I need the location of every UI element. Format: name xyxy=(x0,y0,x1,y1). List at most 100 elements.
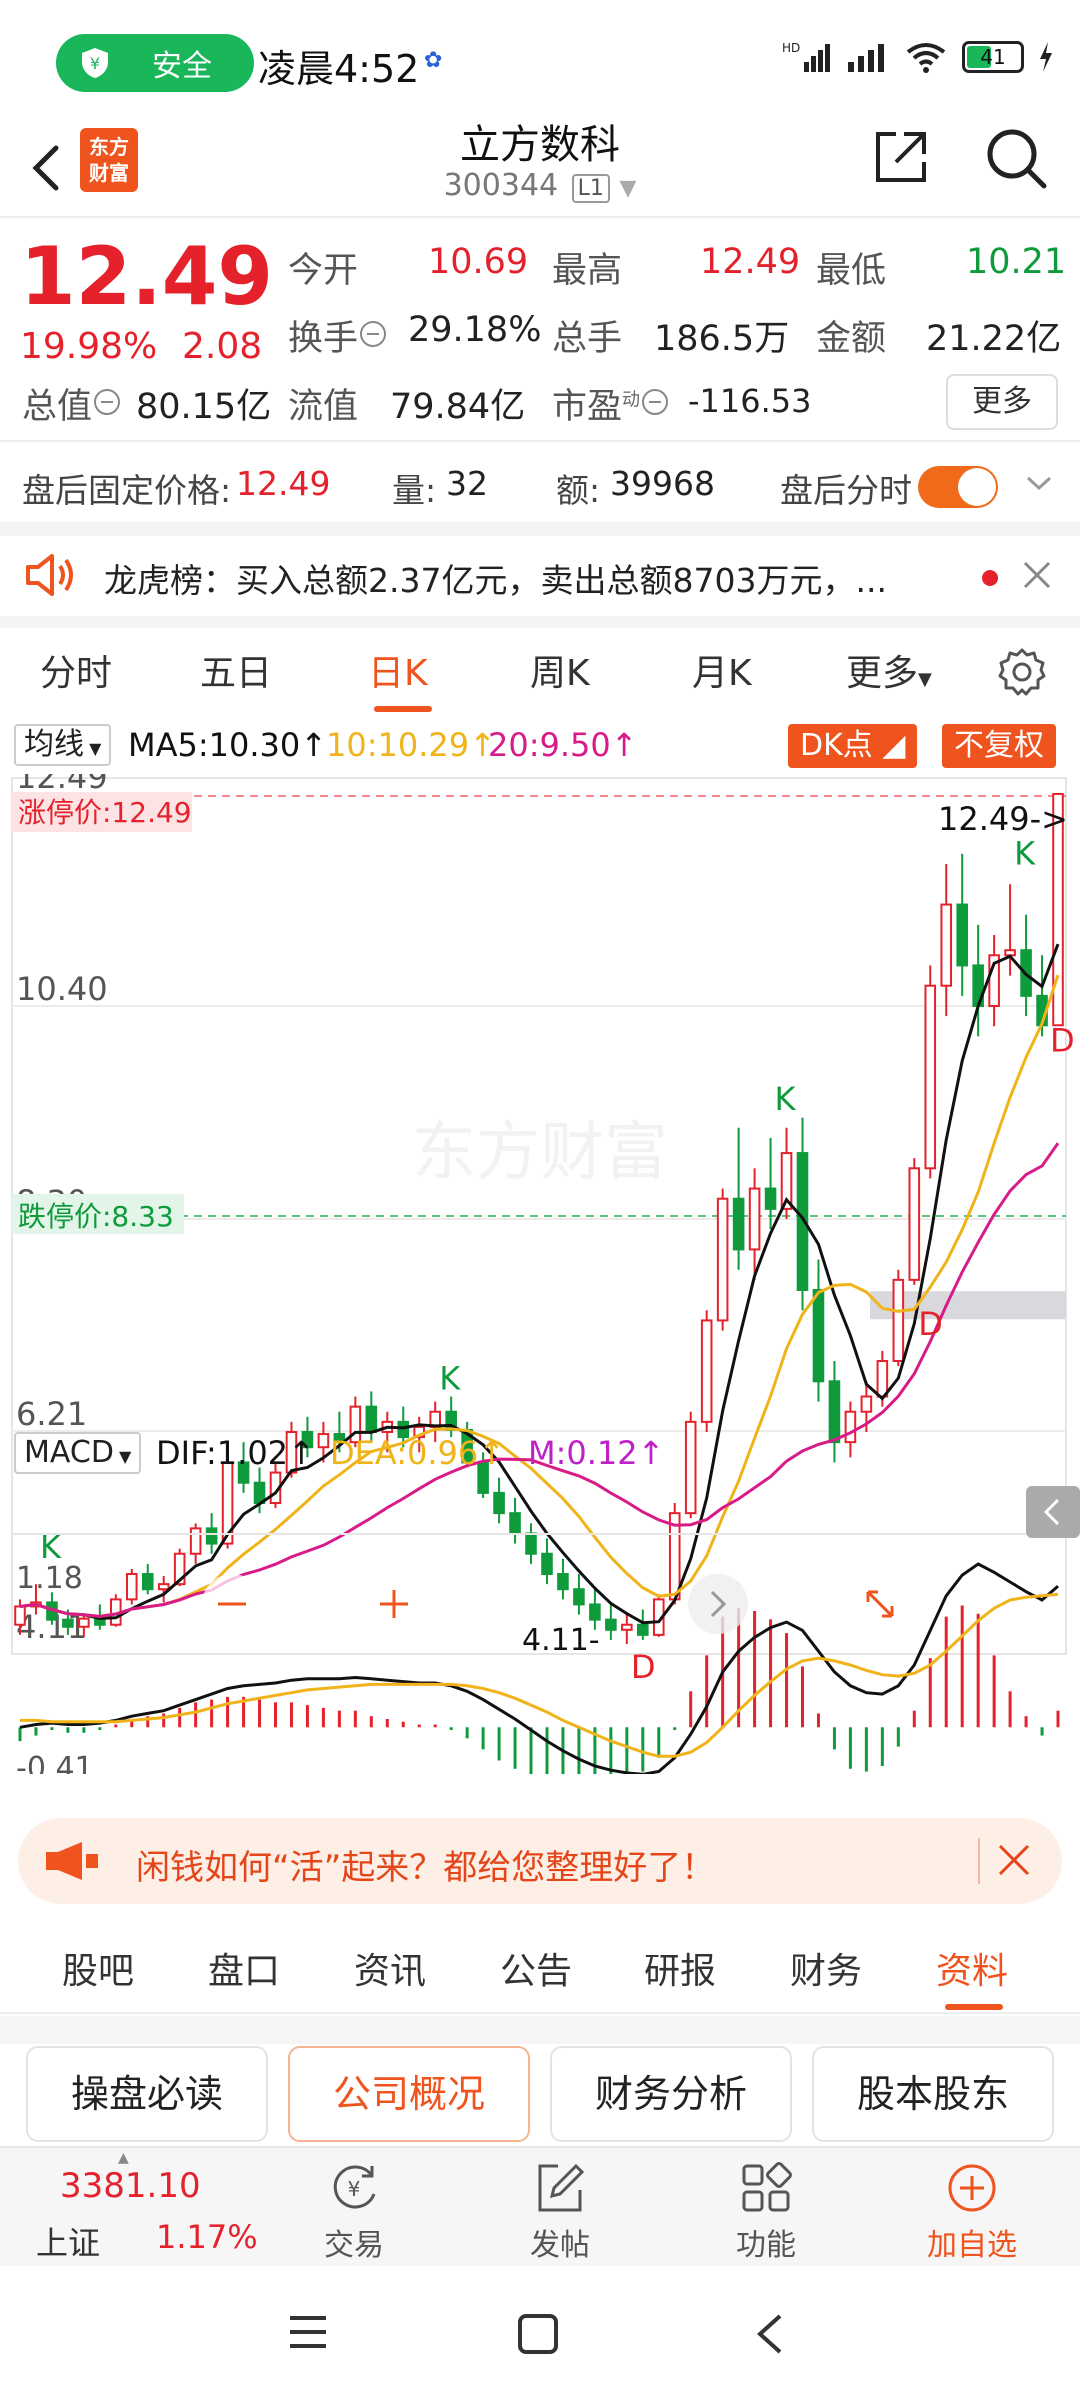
tab-news[interactable]: 资讯 xyxy=(354,1942,426,1994)
candle-body xyxy=(812,1289,825,1383)
scroll-right-button[interactable] xyxy=(688,1574,748,1634)
dk-point-button[interactable]: DK点 ◢ xyxy=(788,724,918,768)
candle-body xyxy=(732,1197,745,1251)
stock-code: 300344 xyxy=(443,168,559,203)
candle-body xyxy=(876,1360,889,1398)
tab-more[interactable]: 更多▼ xyxy=(846,644,932,696)
tab-forum[interactable]: 股吧 xyxy=(62,1942,134,1994)
amount-label: 金额 xyxy=(816,319,887,359)
candle-body xyxy=(748,1187,761,1251)
tab-research[interactable]: 研报 xyxy=(644,1942,716,1994)
speaker-icon xyxy=(26,554,73,596)
tab-timeshare[interactable]: 分时 xyxy=(40,644,112,696)
add-circle-icon xyxy=(948,2164,996,2212)
x-axis-labels xyxy=(0,1748,1080,1794)
shield-icon: ¥ xyxy=(82,48,108,78)
pe-label[interactable]: 市盈动 xyxy=(552,378,669,429)
battery-icon: 41 xyxy=(962,41,1024,73)
after-hours-row: 盘后固定价格: 12.49 量: 32 额: 39968 盘后分时 xyxy=(0,456,1080,518)
low-value: 10.21 xyxy=(966,242,1067,282)
section-tabs: 股吧 盘口 资讯 公告 研报 财务 资料 xyxy=(0,1922,1080,2014)
ma-legend: 均线 ▼ MA5:10.30↑ 10:10.29↑ 20:9.50↑ DK点 ◢… xyxy=(0,718,1080,774)
after-hours-toggle[interactable] xyxy=(918,466,998,508)
nav-trade-label: 交易 xyxy=(324,2228,384,2263)
nav-post[interactable]: 发帖 xyxy=(460,2148,660,2268)
nav-functions[interactable]: 功能 xyxy=(666,2148,866,2268)
candle-body xyxy=(525,1532,537,1555)
signal-label: K xyxy=(439,1360,461,1398)
signal-label: D xyxy=(631,1648,656,1686)
candlestick-chart[interactable]: 12.4910.408.306.214.11涨停价:12.49跌停价:8.33 … xyxy=(0,774,1080,1774)
signal-label: K xyxy=(775,1080,797,1118)
ah-vol-label: 量: xyxy=(392,471,437,510)
more-button[interactable]: 更多 xyxy=(946,374,1058,430)
share-icon[interactable] xyxy=(870,126,932,188)
active-tab-indicator xyxy=(374,706,432,712)
tab-orderbook[interactable]: 盘口 xyxy=(208,1942,280,1994)
divider xyxy=(0,2016,1080,2044)
home-icon[interactable] xyxy=(516,2312,560,2356)
gear-icon[interactable] xyxy=(996,646,1048,698)
tab-weekly-k[interactable]: 周K xyxy=(530,644,590,696)
info-icon xyxy=(94,389,121,415)
banner-text: 闲钱如何“活”起来？都给您整理好了！ xyxy=(136,1848,716,1888)
ah-timeshare-label: 盘后分时 xyxy=(780,471,912,510)
tab-daily-k[interactable]: 日K xyxy=(368,644,428,696)
index-percent: 1.17% xyxy=(156,2218,258,2256)
card-shareholders[interactable]: 股本股东 xyxy=(812,2046,1054,2142)
promo-banner[interactable]: 闲钱如何“活”起来？都给您整理好了！ xyxy=(18,1818,1062,1904)
index-value: 3381.10 xyxy=(60,2166,201,2206)
macd-legend: MACD ▼ DIF:1.02↑ DEA:0.96↑ M:0.12↑ xyxy=(0,1428,1020,1480)
tab-profile[interactable]: 资料 xyxy=(936,1942,1008,1994)
dragon-tiger-notice[interactable]: 龙虎榜：买入总额2.37亿元，卖出总额8703万元，... xyxy=(0,536,1080,614)
battery-level: 41 xyxy=(980,45,1006,69)
adjust-button[interactable]: 不复权 xyxy=(942,724,1056,768)
grid-icon xyxy=(742,2162,792,2212)
candle-body xyxy=(205,1527,218,1545)
nav-add-watchlist[interactable]: 加自选 xyxy=(872,2148,1072,2268)
security-pill[interactable]: ¥ 安全 xyxy=(56,34,254,92)
tab-announcements[interactable]: 公告 xyxy=(500,1942,572,1994)
candle-body xyxy=(637,1623,649,1636)
tab-5day[interactable]: 五日 xyxy=(200,644,272,696)
wifi-icon xyxy=(906,43,946,73)
indicator-dropdown[interactable]: 均线 ▼ xyxy=(14,724,112,766)
macd-dropdown[interactable]: MACD ▼ xyxy=(14,1432,142,1474)
card-financial-analysis[interactable]: 财务分析 xyxy=(550,2046,792,2142)
tab-finance[interactable]: 财务 xyxy=(790,1942,862,1994)
card-trading-guide[interactable]: 操盘必读 xyxy=(26,2046,268,2142)
notice-text: 龙虎榜：买入总额2.37亿元，卖出总额8703万元，... xyxy=(104,561,887,600)
system-navigation xyxy=(0,2268,1080,2400)
tab-monthly-k[interactable]: 月K xyxy=(692,644,752,696)
nav-add-watchlist-label: 加自选 xyxy=(927,2228,1017,2263)
signal-label: D xyxy=(918,1305,943,1343)
index-ticker[interactable]: 3381.10 ▲ 上证 1.17% xyxy=(0,2148,258,2268)
ah-vol: 32 xyxy=(446,464,488,503)
candle-body xyxy=(621,1623,633,1631)
turnover-label[interactable]: 换手 xyxy=(288,310,387,361)
collapse-panel-button[interactable] xyxy=(1026,1486,1080,1538)
divider xyxy=(0,616,1080,628)
chevron-down-icon[interactable] xyxy=(1024,468,1054,498)
close-icon[interactable] xyxy=(994,1840,1034,1880)
card-company-overview[interactable]: 公司概况 xyxy=(288,2046,530,2142)
caret-down-icon: ▼ xyxy=(918,669,932,690)
menu-icon[interactable] xyxy=(286,2312,330,2352)
ah-price-label: 盘后固定价格: xyxy=(22,471,232,510)
back-icon[interactable] xyxy=(752,2310,788,2358)
dea-value: DEA:0.96↑ xyxy=(330,1434,506,1472)
nav-trade[interactable]: ¥ 交易 xyxy=(254,2148,454,2268)
candle-body xyxy=(908,1167,921,1281)
candle-body xyxy=(956,903,968,967)
close-icon[interactable] xyxy=(1020,558,1054,592)
candle-body xyxy=(141,1573,154,1591)
volume-label: 总手 xyxy=(552,319,623,359)
search-icon[interactable] xyxy=(982,124,1050,192)
mktcap-label[interactable]: 总值 xyxy=(22,378,121,429)
amount-value: 21.22亿 xyxy=(926,319,1062,359)
candle-body xyxy=(605,1618,617,1631)
candle-body xyxy=(14,1605,26,1626)
kline-chart-area: 均线 ▼ MA5:10.30↑ 10:10.29↑ 20:9.50↑ DK点 ◢… xyxy=(0,718,1080,1796)
watermark: 东方财富 xyxy=(412,1116,668,1190)
limit-up-label: 涨停价:12.49 xyxy=(18,796,192,829)
